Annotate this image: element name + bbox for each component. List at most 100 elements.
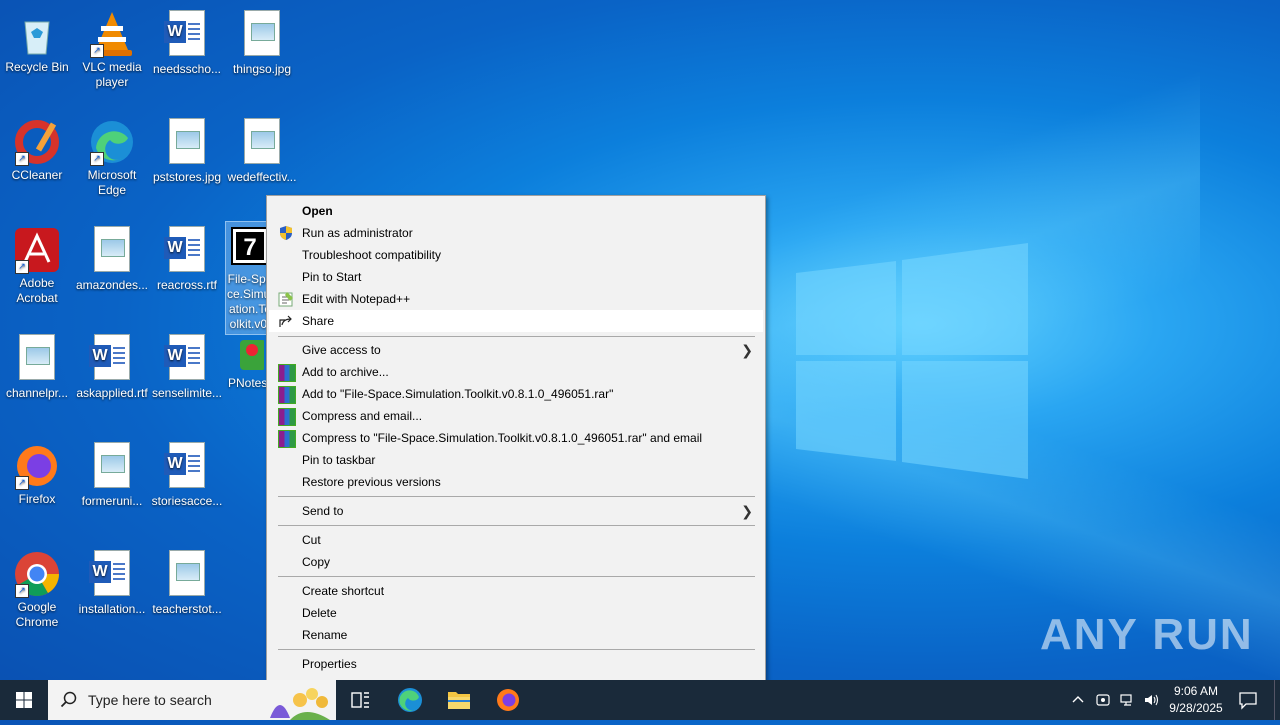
icon-label: Microsoft Edge bbox=[87, 168, 137, 197]
desktop-icon-pststores[interactable]: pststores.jpg bbox=[150, 114, 224, 185]
desktop-icon-wedeffectiv[interactable]: wedeffectiv... bbox=[225, 114, 299, 185]
word-document-icon: W bbox=[89, 550, 130, 596]
image-file-icon bbox=[244, 118, 280, 164]
desktop-icon-thingso[interactable]: thingso.jpg bbox=[225, 6, 299, 77]
icon-label: needsscho... bbox=[152, 62, 222, 76]
menu-item-properties[interactable]: Properties bbox=[269, 653, 763, 675]
icon-label: senselimite... bbox=[151, 386, 223, 400]
start-button[interactable] bbox=[0, 680, 48, 720]
vlc-icon: ↗ bbox=[88, 10, 136, 58]
firefox-icon bbox=[497, 689, 519, 711]
desktop-icon-askapplied[interactable]: W askapplied.rtf bbox=[75, 330, 149, 401]
edge-icon: ↗ bbox=[88, 118, 136, 166]
taskbar-edge-button[interactable] bbox=[386, 680, 434, 720]
show-desktop-button[interactable] bbox=[1274, 680, 1280, 720]
menu-item-copy[interactable]: Copy bbox=[269, 551, 763, 573]
image-file-icon bbox=[94, 442, 130, 488]
volume-icon[interactable] bbox=[1143, 692, 1159, 708]
word-document-icon: W bbox=[164, 226, 205, 272]
desktop-icon-senselimite[interactable]: W senselimite... bbox=[150, 330, 224, 401]
menu-item-cut[interactable]: Cut bbox=[269, 529, 763, 551]
desktop-icon-microsoft-edge[interactable]: ↗ Microsoft Edge bbox=[75, 114, 149, 198]
desktop-icon-needsscho[interactable]: W needsscho... bbox=[150, 6, 224, 77]
desktop-icon-formeruni[interactable]: formeruni... bbox=[75, 438, 149, 509]
image-file-icon bbox=[94, 226, 130, 272]
icon-label: VLC media player bbox=[82, 60, 142, 89]
icon-label: PNotes bbox=[228, 376, 266, 390]
desktop-icon-firefox[interactable]: ↗ Firefox bbox=[0, 438, 74, 507]
submenu-arrow-icon: ❯ bbox=[741, 342, 753, 358]
windows-start-icon bbox=[16, 692, 32, 708]
taskbar-firefox-button[interactable] bbox=[484, 680, 532, 720]
menu-item-send-to[interactable]: Send to ❯ bbox=[269, 500, 763, 522]
menu-item-add-to-rar[interactable]: Add to "File-Space.Simulation.Toolkit.v0… bbox=[269, 383, 763, 405]
winrar-icon bbox=[278, 364, 296, 382]
network-icon[interactable] bbox=[1119, 692, 1135, 708]
menu-item-edit-with-notepadpp[interactable]: Edit with Notepad++ bbox=[269, 288, 763, 310]
desktop-icon-google-chrome[interactable]: ↗ Google Chrome bbox=[0, 546, 74, 630]
notepadpp-icon bbox=[278, 291, 294, 307]
meet-now-icon[interactable] bbox=[1095, 692, 1111, 708]
icon-label: installation... bbox=[78, 602, 146, 616]
firefox-icon: ↗ bbox=[13, 442, 61, 490]
menu-item-give-access-to[interactable]: Give access to ❯ bbox=[269, 339, 763, 361]
desktop-icon-teacherstot[interactable]: teacherstot... bbox=[150, 546, 224, 617]
menu-item-restore-previous-versions[interactable]: Restore previous versions bbox=[269, 471, 763, 493]
desktop-icon-pnotes[interactable]: PNotes bbox=[226, 330, 266, 391]
icon-label: thingso.jpg bbox=[232, 62, 292, 76]
installer-7-icon: 7 bbox=[230, 226, 270, 266]
menu-item-compress-to-rar-and-email[interactable]: Compress to "File-Space.Simulation.Toolk… bbox=[269, 427, 763, 449]
search-icon bbox=[60, 691, 77, 708]
menu-item-open[interactable]: Open bbox=[269, 200, 763, 222]
menu-item-pin-to-taskbar[interactable]: Pin to taskbar bbox=[269, 449, 763, 471]
icon-label: amazondes... bbox=[75, 278, 149, 292]
icon-label: CCleaner bbox=[11, 168, 63, 182]
menu-separator bbox=[278, 336, 755, 337]
image-file-icon bbox=[169, 550, 205, 596]
winrar-icon bbox=[278, 386, 296, 404]
menu-item-delete[interactable]: Delete bbox=[269, 602, 763, 624]
icon-label: wedeffectiv... bbox=[227, 170, 297, 184]
context-menu: Open Run as administrator Troubleshoot c… bbox=[266, 195, 766, 682]
search-placeholder: Type here to search bbox=[88, 692, 212, 708]
desktop-icon-channelpr[interactable]: channelpr... bbox=[0, 330, 74, 401]
desktop-icon-amazondes[interactable]: amazondes... bbox=[75, 222, 149, 293]
menu-item-add-to-archive[interactable]: Add to archive... bbox=[269, 361, 763, 383]
adobe-acrobat-icon: ↗ bbox=[13, 226, 61, 274]
desktop-icon-installation[interactable]: W installation... bbox=[75, 546, 149, 617]
icon-label: storiesacce... bbox=[151, 494, 223, 508]
recycle-bin-icon bbox=[13, 10, 61, 58]
menu-item-share[interactable]: Share bbox=[269, 310, 763, 332]
notification-center-icon[interactable] bbox=[1238, 690, 1258, 710]
desktop-icon-recycle-bin[interactable]: Recycle Bin bbox=[0, 6, 74, 75]
word-document-icon: W bbox=[89, 334, 130, 380]
chrome-icon: ↗ bbox=[13, 550, 61, 598]
menu-item-run-as-administrator[interactable]: Run as administrator bbox=[269, 222, 763, 244]
menu-separator bbox=[278, 525, 755, 526]
task-view-button[interactable] bbox=[336, 680, 384, 720]
menu-separator bbox=[278, 649, 755, 650]
winrar-icon bbox=[278, 430, 296, 448]
show-hidden-icons-chevron-icon[interactable] bbox=[1070, 692, 1086, 708]
icon-label: teacherstot... bbox=[152, 602, 222, 616]
taskbar-search-box[interactable]: Type here to search bbox=[48, 680, 336, 720]
folder-icon bbox=[448, 692, 470, 709]
taskbar-file-explorer-button[interactable] bbox=[435, 680, 483, 720]
desktop-icon-vlc[interactable]: ↗ VLC media player bbox=[75, 6, 149, 90]
image-file-icon bbox=[244, 10, 280, 56]
desktop-icon-ccleaner[interactable]: ↗ CCleaner bbox=[0, 114, 74, 183]
icon-label: reacross.rtf bbox=[156, 278, 217, 292]
image-file-icon bbox=[19, 334, 55, 380]
menu-item-pin-to-start[interactable]: Pin to Start bbox=[269, 266, 763, 288]
desktop-icon-adobe-acrobat[interactable]: ↗ Adobe Acrobat bbox=[0, 222, 74, 306]
share-icon bbox=[278, 313, 294, 329]
desktop-icon-reacross[interactable]: W reacross.rtf bbox=[150, 222, 224, 293]
word-document-icon: W bbox=[164, 10, 205, 56]
menu-item-troubleshoot-compatibility[interactable]: Troubleshoot compatibility bbox=[269, 244, 763, 266]
menu-item-rename[interactable]: Rename bbox=[269, 624, 763, 646]
anyrun-watermark: ANY RUN bbox=[1040, 610, 1254, 659]
taskbar-clock[interactable]: 9:06 AM 9/28/2025 bbox=[1163, 683, 1229, 717]
desktop-icon-storiesacce[interactable]: W storiesacce... bbox=[150, 438, 224, 509]
menu-item-compress-and-email[interactable]: Compress and email... bbox=[269, 405, 763, 427]
menu-item-create-shortcut[interactable]: Create shortcut bbox=[269, 580, 763, 602]
